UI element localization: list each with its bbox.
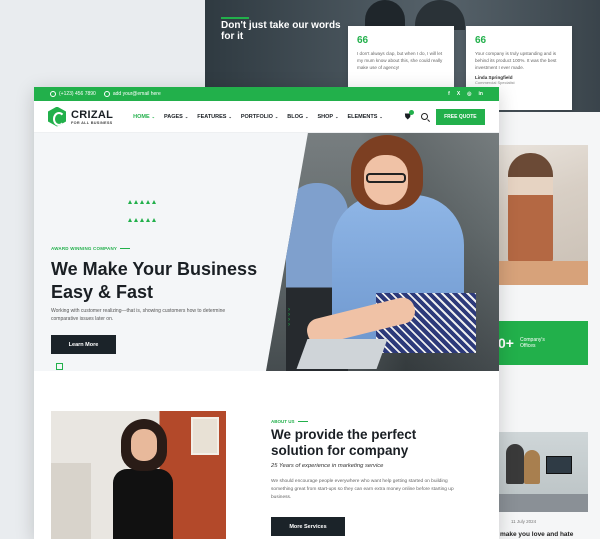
logo-icon [48,106,66,127]
quote-icon: 66 [475,35,487,46]
testimonial-text: I don't always clap, but when I do, I wi… [357,51,443,70]
mail-icon [103,91,110,97]
about-title: We provide the perfect solution for comp… [271,427,417,458]
chevron-down-icon: ⌄ [305,114,309,119]
blog-date: 11 July 2024 [511,519,537,524]
chevron-down-icon: ⌄ [335,114,339,119]
nav-item-pages[interactable]: PAGES ⌄ [164,114,188,120]
chevron-down-icon: ⌄ [184,114,189,119]
about-section: ABOUT US We provide the perfect solution… [34,371,499,539]
testimonial-text: Your company is truly upstanding and is … [475,51,557,70]
phone-icon [50,91,56,97]
testimonial-role: Commercial Specialist [475,80,515,85]
cart-badge [408,109,414,115]
nav-item-portfolio[interactable]: PORTFOLIO ⌄ [241,114,278,120]
main-navbar: CRIZAL FOR ALL BUSINESS HOME ⌄ PAGES ⌄ FEA… [34,101,499,133]
hero-section: AWARD WINNING COMPANY We Make Your Busin… [34,133,499,371]
hero-description: Working with customer realizing—that is,… [51,308,226,322]
nav-item-home[interactable]: HOME ⌄ [133,114,155,120]
learn-more-button[interactable]: Learn More [51,335,116,354]
top-contact-bar: (+123) 456 7890 add your@email here f X … [34,87,499,101]
email-contact[interactable]: add your@email here [103,91,161,97]
main-menu: HOME ⌄ PAGES ⌄ FEATURES ⌄ PORTFOLIO ⌄ BLOG ⌄ … [133,114,383,120]
free-quote-button[interactable]: FREE QUOTE [435,108,485,125]
nav-item-shop[interactable]: SHOP ⌄ [318,114,339,120]
cart-icon[interactable]: ⛊ [405,109,414,122]
background-blog-photo [498,432,588,512]
chevron-down-icon: ⌄ [274,114,279,119]
hero-photo [266,133,499,371]
about-photo [51,411,226,539]
quote-icon: 66 [357,35,369,46]
x-icon[interactable]: X [457,91,460,97]
tagline-accent [221,17,249,19]
stat-number: 0+ [498,335,514,351]
site-logo[interactable]: CRIZAL FOR ALL BUSINESS [48,106,114,127]
nav-item-blog[interactable]: BLOG ⌄ [287,114,308,120]
linkedin-icon[interactable]: in [479,91,483,97]
square-decoration-icon [56,363,63,370]
triangle-pattern-decoration [127,191,163,227]
more-services-button[interactable]: More Services [271,517,345,536]
chevron-down-icon: ⌄ [151,114,155,119]
hero-eyebrow: AWARD WINNING COMPANY [51,246,131,251]
blog-title[interactable]: make you love and hate [500,531,573,538]
phone-contact[interactable]: (+123) 456 7890 [50,91,96,97]
email-address: add your@email here [112,91,161,97]
search-icon[interactable] [420,113,428,120]
about-subtitle: 25 Years of experience in marketing serv… [271,463,384,469]
main-page-mockup: (+123) 456 7890 add your@email here f X … [34,87,499,539]
chevron-down-icon: ⌄ [379,114,383,119]
logo-tagline: FOR ALL BUSINESS [71,120,113,125]
instagram-icon[interactable]: ◎ [467,91,471,97]
facebook-icon[interactable]: f [448,91,450,97]
hero-title: We Make Your Business Easy & Fast [51,259,258,302]
stat-label: Company's Offices [520,337,545,349]
nav-item-features[interactable]: FEATURES ⌄ [197,114,232,120]
phone-number: (+123) 456 7890 [59,91,96,97]
background-photo-woman-phone [498,145,588,285]
social-links: f X ◎ in [448,91,483,97]
logo-name: CRIZAL [71,108,114,121]
about-eyebrow: ABOUT US [271,419,308,424]
nav-item-elements[interactable]: ELEMENTS ⌄ [347,114,382,120]
about-description: We should encourage people everywhere wh… [271,479,454,500]
chevron-down-icon: ⌄ [228,114,232,119]
stat-card: 0+ Company's Offices [498,321,588,365]
chevron-pattern-decoration: › › › › [288,307,290,328]
testimonial-tagline: Don't just take our words for it [221,20,341,42]
